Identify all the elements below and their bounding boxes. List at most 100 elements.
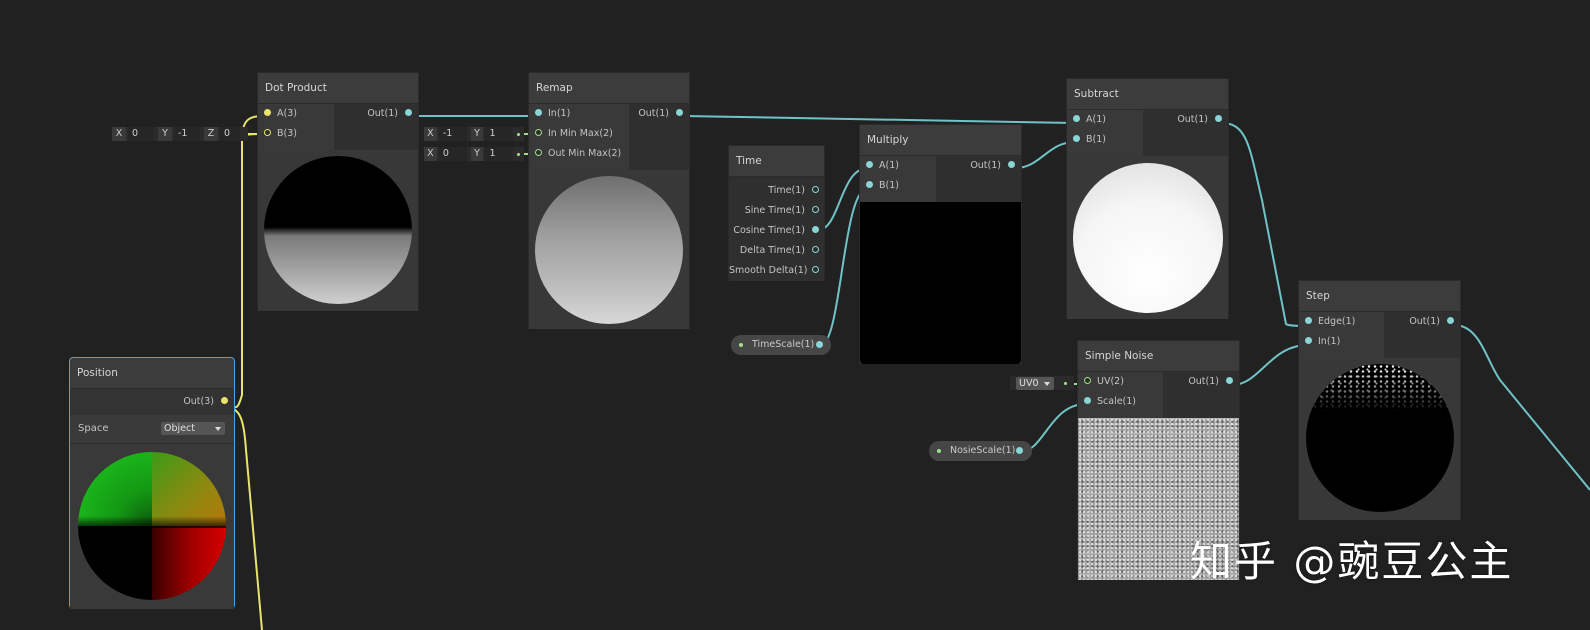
port-connector-icon[interactable] [1008, 161, 1015, 168]
port-connector-icon[interactable] [812, 246, 819, 253]
port-out[interactable]: Out(1) [936, 156, 1021, 176]
out-min-max-field[interactable]: X 0 Y 1 [424, 147, 524, 161]
port-connector-icon[interactable] [1447, 317, 1454, 324]
property-label: NosieScale(1) [950, 445, 1016, 456]
port-connector-icon[interactable] [1016, 447, 1023, 454]
step-node[interactable]: Step Edge(1) In(1) Out(1) [1298, 280, 1461, 520]
port-out[interactable]: Out(1) [1163, 372, 1239, 392]
port-connector-icon[interactable] [812, 226, 819, 233]
port-label: Time(1) [768, 185, 805, 196]
y-value-input[interactable]: -1 [174, 127, 200, 141]
port-connector-icon[interactable] [812, 186, 819, 193]
port-connector-icon[interactable] [535, 109, 542, 116]
y-axis-label: Y [158, 127, 172, 141]
equator-shade [78, 516, 226, 528]
uv-channel-dropdown[interactable]: UV0 [1016, 376, 1054, 390]
port-uv[interactable]: UV(2) [1078, 372, 1163, 392]
port-label: A(3) [277, 108, 297, 119]
port-sine-time[interactable]: Sine Time(1) [729, 201, 824, 221]
subtract-node[interactable]: Subtract A(1) B(1) Out(1) [1066, 78, 1229, 319]
x-axis-label: X [112, 127, 126, 141]
port-connector-icon[interactable] [535, 149, 542, 156]
position-node[interactable]: Position Out(3) Space Object [69, 357, 235, 609]
port-connector-icon[interactable] [1305, 317, 1312, 324]
node-title: Time [729, 146, 824, 177]
port-edge[interactable]: Edge(1) [1299, 312, 1384, 332]
port-connector-icon[interactable] [535, 129, 542, 136]
port-b[interactable]: B(1) [1067, 130, 1143, 150]
port-label: B(3) [277, 128, 297, 139]
node-title: Multiply [860, 125, 1021, 156]
port-connector-icon[interactable] [812, 266, 819, 273]
port-out[interactable]: Out(1) [1143, 110, 1228, 130]
x-value-input[interactable]: 0 [128, 127, 154, 141]
port-label: Delta Time(1) [739, 245, 805, 256]
node-preview [258, 150, 418, 311]
link-pin-icon [1064, 381, 1067, 385]
port-label: A(1) [879, 160, 899, 171]
port-label: Out(1) [1177, 114, 1208, 125]
port-a[interactable]: A(1) [860, 156, 936, 176]
port-label: Out(1) [367, 108, 398, 119]
port-connector-icon[interactable] [264, 129, 271, 136]
noise-uv-field[interactable]: UV0 [1010, 376, 1074, 390]
port-time[interactable]: Time(1) [729, 181, 824, 201]
port-connector-icon[interactable] [1215, 115, 1222, 122]
multiply-node[interactable]: Multiply A(1) B(1) Out(1) [859, 124, 1022, 364]
port-out[interactable]: Out(1) [334, 104, 418, 124]
y-value-input[interactable]: 1 [485, 147, 514, 161]
port-delta-time[interactable]: Delta Time(1) [729, 241, 824, 261]
port-connector-icon[interactable] [1073, 115, 1080, 122]
space-dropdown[interactable]: Object [161, 422, 225, 435]
preview-sphere [264, 156, 412, 304]
port-connector-icon[interactable] [1226, 377, 1233, 384]
y-value-input[interactable]: 1 [485, 127, 514, 141]
port-connector-icon[interactable] [812, 206, 819, 213]
port-cosine-time[interactable]: Cosine Time(1) [729, 221, 824, 241]
port-label: Out(1) [1409, 316, 1440, 327]
remap-node[interactable]: Remap In(1) In Min Max(2) Out Min Max(2)… [528, 72, 690, 329]
port-label: Out(3) [183, 396, 214, 407]
z-value-input[interactable]: 0 [220, 127, 240, 141]
port-connector-icon[interactable] [264, 109, 271, 116]
port-in-min-max[interactable]: In Min Max(2) [529, 124, 629, 144]
port-connector-icon[interactable] [1084, 377, 1091, 384]
port-out[interactable]: Out(3) [70, 389, 234, 412]
port-out[interactable]: Out(1) [629, 104, 689, 124]
port-connector-icon[interactable] [405, 109, 412, 116]
port-smooth-delta[interactable]: Smooth Delta(1) [729, 261, 824, 281]
port-connector-icon[interactable] [1073, 135, 1080, 142]
node-title: Simple Noise [1078, 341, 1239, 372]
port-connector-icon[interactable] [866, 181, 873, 188]
in-min-max-field[interactable]: X -1 Y 1 [424, 127, 524, 141]
port-connector-icon[interactable] [866, 161, 873, 168]
port-a[interactable]: A(3) [258, 104, 334, 124]
port-in[interactable]: In(1) [529, 104, 629, 124]
port-connector-icon[interactable] [676, 109, 683, 116]
noisescale-property-node[interactable]: NosieScale(1) [929, 441, 1032, 461]
port-b[interactable]: B(1) [860, 176, 936, 196]
dot-product-node[interactable]: Dot Product A(3) B(3) Out(1) [257, 72, 419, 311]
port-in[interactable]: In(1) [1299, 332, 1384, 352]
port-label: Smooth Delta(1) [729, 265, 808, 276]
space-label: Space [78, 423, 109, 434]
port-connector-icon[interactable] [1305, 337, 1312, 344]
port-connector-icon[interactable] [221, 397, 228, 404]
port-connector-icon[interactable] [816, 341, 823, 348]
port-out-min-max[interactable]: Out Min Max(2) [529, 144, 629, 164]
port-out[interactable]: Out(1) [1384, 312, 1460, 332]
x-value-input[interactable]: 0 [438, 147, 467, 161]
port-a[interactable]: A(1) [1067, 110, 1143, 130]
port-label: In Min Max(2) [548, 128, 613, 139]
port-connector-icon[interactable] [1084, 397, 1091, 404]
port-label: Edge(1) [1318, 316, 1356, 327]
port-label: Out(1) [638, 108, 669, 119]
node-preview [70, 444, 234, 609]
timescale-property-node[interactable]: TimeScale(1) [731, 335, 831, 355]
port-b[interactable]: B(3) [258, 124, 334, 144]
dot-b-vector-field[interactable]: X 0 Y -1 Z 0 [112, 127, 248, 141]
time-node[interactable]: Time Time(1) Sine Time(1) Cosine Time(1)… [728, 145, 825, 281]
x-value-input[interactable]: -1 [438, 127, 467, 141]
wire-step-out [1453, 324, 1590, 491]
port-scale[interactable]: Scale(1) [1078, 392, 1163, 412]
